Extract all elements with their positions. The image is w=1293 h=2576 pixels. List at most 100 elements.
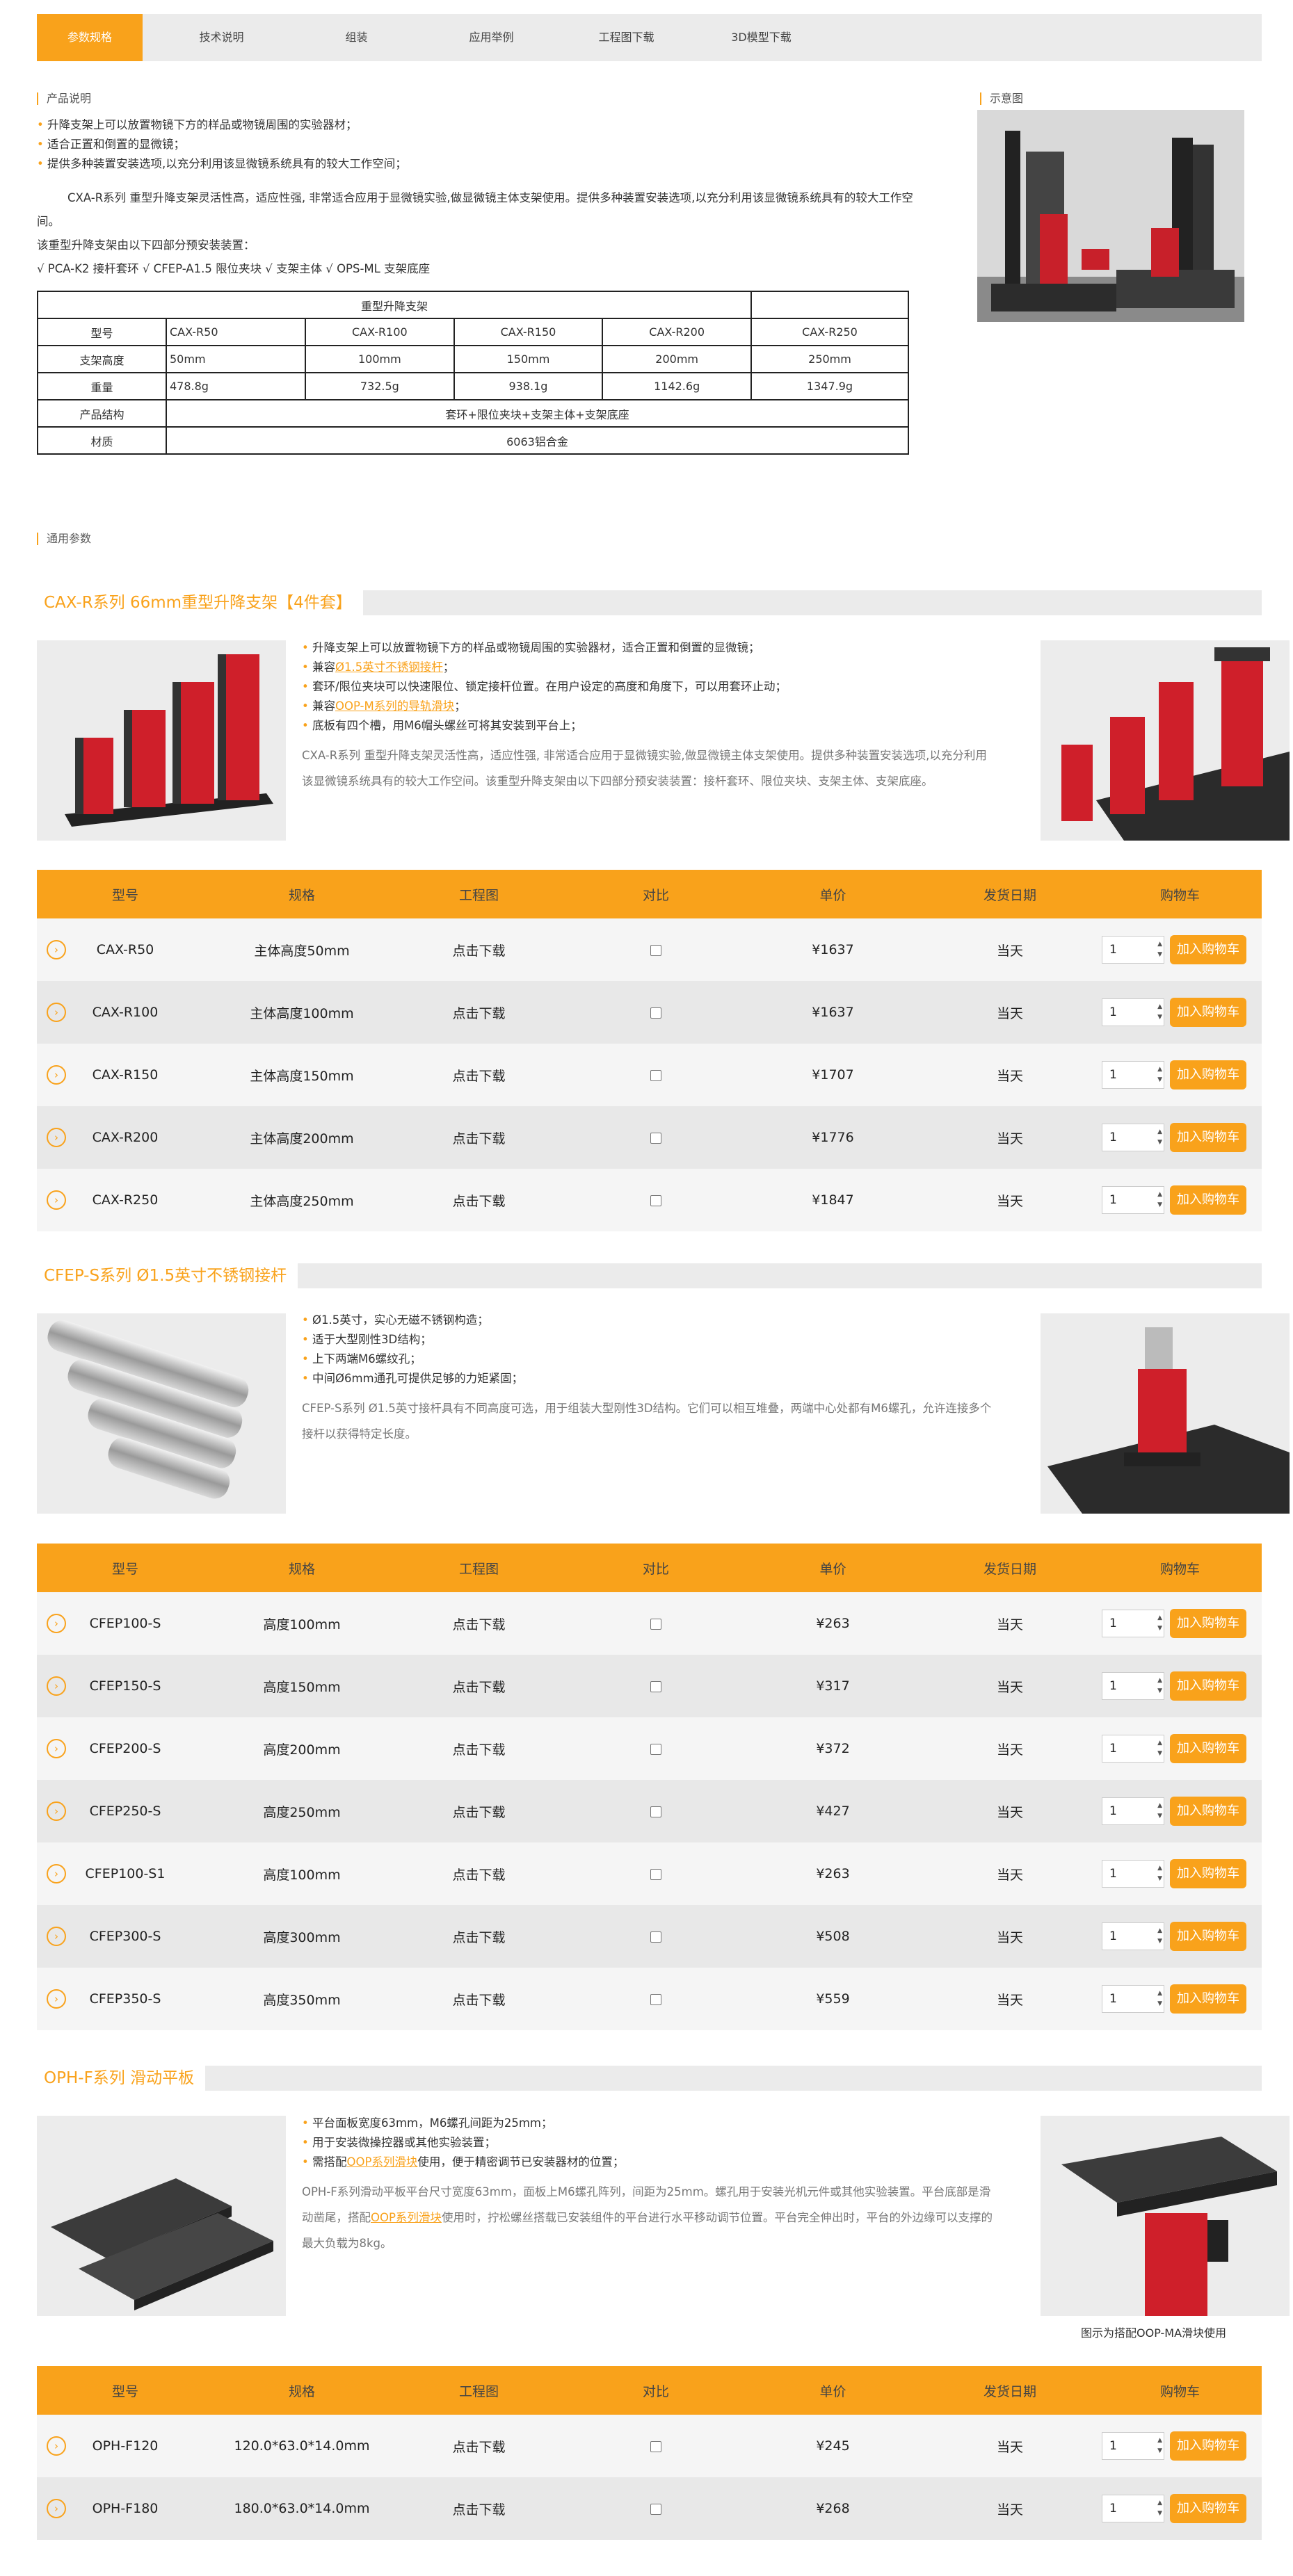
compare-checkbox[interactable] xyxy=(650,1868,661,1880)
quantity-stepper[interactable]: 1 ▲ ▼ xyxy=(1102,1186,1164,1214)
product-model-link[interactable]: CAX-R250 xyxy=(93,1192,159,1208)
drawing-download-link[interactable]: 点击下载 xyxy=(390,981,568,1044)
expand-arrow-icon[interactable]: › xyxy=(47,1676,66,1696)
drawing-download-link[interactable]: 点击下载 xyxy=(390,1780,568,1842)
expand-arrow-icon[interactable]: › xyxy=(47,1614,66,1633)
quantity-stepper[interactable]: 1 ▲ ▼ xyxy=(1102,1672,1164,1700)
tab-applications[interactable]: 应用举例 xyxy=(438,14,545,61)
quantity-stepper[interactable]: 1 ▲ ▼ xyxy=(1102,1860,1164,1888)
compare-checkbox[interactable] xyxy=(650,1618,661,1630)
expand-arrow-icon[interactable]: › xyxy=(47,1190,66,1210)
quantity-stepper[interactable]: 1 ▲ ▼ xyxy=(1102,1735,1164,1763)
add-to-cart-button[interactable]: 加入购物车 xyxy=(1170,1734,1246,1763)
product-model-link[interactable]: CFEP250-S xyxy=(90,1804,161,1819)
add-to-cart-button[interactable]: 加入购物车 xyxy=(1170,1671,1246,1701)
stepper-arrows-icon[interactable]: ▲ ▼ xyxy=(1157,1676,1162,1696)
expand-arrow-icon[interactable]: › xyxy=(47,1989,66,2009)
stepper-arrows-icon[interactable]: ▲ ▼ xyxy=(1157,1863,1162,1884)
stepper-arrows-icon[interactable]: ▲ ▼ xyxy=(1157,1801,1162,1822)
link-oop-m-slider[interactable]: OOP-M系列的导轨滑块 xyxy=(335,699,454,713)
compare-checkbox[interactable] xyxy=(650,1007,661,1019)
stepper-arrows-icon[interactable]: ▲ ▼ xyxy=(1157,1613,1162,1634)
stepper-arrows-icon[interactable]: ▲ ▼ xyxy=(1157,2498,1162,2519)
quantity-stepper[interactable]: 1 ▲ ▼ xyxy=(1102,1985,1164,2013)
quantity-stepper[interactable]: 1 ▲ ▼ xyxy=(1102,2432,1164,2460)
expand-arrow-icon[interactable]: › xyxy=(47,1801,66,1821)
compare-checkbox[interactable] xyxy=(650,1806,661,1817)
add-to-cart-button[interactable]: 加入购物车 xyxy=(1170,998,1246,1027)
drawing-download-link[interactable]: 点击下载 xyxy=(390,1968,568,2030)
add-to-cart-button[interactable]: 加入购物车 xyxy=(1170,2431,1246,2461)
product-model-link[interactable]: CAX-R50 xyxy=(97,942,154,957)
drawing-download-link[interactable]: 点击下载 xyxy=(390,2477,568,2540)
stepper-arrows-icon[interactable]: ▲ ▼ xyxy=(1157,1988,1162,2009)
tab-drawings[interactable]: 工程图下载 xyxy=(573,14,680,61)
compare-checkbox[interactable] xyxy=(650,2440,661,2452)
tab-specs[interactable]: 参数规格 xyxy=(37,14,143,61)
drawing-download-link[interactable]: 点击下载 xyxy=(390,1044,568,1106)
drawing-download-link[interactable]: 点击下载 xyxy=(390,1592,568,1655)
drawing-download-link[interactable]: 点击下载 xyxy=(390,1905,568,1968)
quantity-stepper[interactable]: 1 ▲ ▼ xyxy=(1102,1061,1164,1089)
product-model-link[interactable]: CAX-R100 xyxy=(93,1005,159,1020)
drawing-download-link[interactable]: 点击下载 xyxy=(390,1106,568,1169)
quantity-stepper[interactable]: 1 ▲ ▼ xyxy=(1102,2495,1164,2522)
link-cfep-rod[interactable]: Ø1.5英寸不锈钢接杆 xyxy=(335,661,443,674)
quantity-stepper[interactable]: 1 ▲ ▼ xyxy=(1102,998,1164,1026)
drawing-download-link[interactable]: 点击下载 xyxy=(390,1842,568,1905)
compare-checkbox[interactable] xyxy=(650,1993,661,2005)
add-to-cart-button[interactable]: 加入购物车 xyxy=(1170,1797,1246,1826)
product-model-link[interactable]: OPH-F180 xyxy=(93,2501,159,2516)
stepper-arrows-icon[interactable]: ▲ ▼ xyxy=(1157,1926,1162,1947)
add-to-cart-button[interactable]: 加入购物车 xyxy=(1170,1609,1246,1638)
drawing-download-link[interactable]: 点击下载 xyxy=(390,1655,568,1717)
add-to-cart-button[interactable]: 加入购物车 xyxy=(1170,935,1246,964)
add-to-cart-button[interactable]: 加入购物车 xyxy=(1170,1859,1246,1888)
add-to-cart-button[interactable]: 加入购物车 xyxy=(1170,1123,1246,1152)
add-to-cart-button[interactable]: 加入购物车 xyxy=(1170,1060,1246,1089)
product-model-link[interactable]: OPH-F120 xyxy=(93,2438,159,2454)
compare-checkbox[interactable] xyxy=(650,1680,661,1692)
expand-arrow-icon[interactable]: › xyxy=(47,940,66,959)
add-to-cart-button[interactable]: 加入购物车 xyxy=(1170,1922,1246,1951)
compare-checkbox[interactable] xyxy=(650,1069,661,1081)
expand-arrow-icon[interactable]: › xyxy=(47,1739,66,1758)
add-to-cart-button[interactable]: 加入购物车 xyxy=(1170,1185,1246,1215)
expand-arrow-icon[interactable]: › xyxy=(47,1864,66,1884)
drawing-download-link[interactable]: 点击下载 xyxy=(390,2415,568,2477)
tab-assembly[interactable]: 组装 xyxy=(303,14,410,61)
quantity-stepper[interactable]: 1 ▲ ▼ xyxy=(1102,1124,1164,1151)
product-model-link[interactable]: CAX-R200 xyxy=(93,1130,159,1145)
product-model-link[interactable]: CFEP200-S xyxy=(90,1741,161,1756)
tab-3d-models[interactable]: 3D模型下载 xyxy=(708,14,814,61)
link-oop-slider-2[interactable]: OOP系列滑块 xyxy=(371,2211,442,2224)
quantity-stepper[interactable]: 1 ▲ ▼ xyxy=(1102,1610,1164,1637)
stepper-arrows-icon[interactable]: ▲ ▼ xyxy=(1157,1190,1162,1210)
compare-checkbox[interactable] xyxy=(650,1743,661,1755)
stepper-arrows-icon[interactable]: ▲ ▼ xyxy=(1157,939,1162,960)
expand-arrow-icon[interactable]: › xyxy=(47,1065,66,1085)
compare-checkbox[interactable] xyxy=(650,1194,661,1206)
link-oop-slider[interactable]: OOP系列滑块 xyxy=(346,2155,417,2169)
drawing-download-link[interactable]: 点击下载 xyxy=(390,1717,568,1780)
quantity-stepper[interactable]: 1 ▲ ▼ xyxy=(1102,1797,1164,1825)
product-model-link[interactable]: CFEP350-S xyxy=(90,1991,161,2007)
stepper-arrows-icon[interactable]: ▲ ▼ xyxy=(1157,1738,1162,1759)
expand-arrow-icon[interactable]: › xyxy=(47,1003,66,1022)
drawing-download-link[interactable]: 点击下载 xyxy=(390,1169,568,1231)
add-to-cart-button[interactable]: 加入购物车 xyxy=(1170,2494,1246,2523)
product-model-link[interactable]: CFEP100-S xyxy=(90,1616,161,1631)
drawing-download-link[interactable]: 点击下载 xyxy=(390,918,568,981)
compare-checkbox[interactable] xyxy=(650,944,661,956)
product-model-link[interactable]: CFEP100-S1 xyxy=(86,1866,166,1881)
compare-checkbox[interactable] xyxy=(650,2503,661,2515)
tab-tech[interactable]: 技术说明 xyxy=(168,14,275,61)
compare-checkbox[interactable] xyxy=(650,1132,661,1144)
stepper-arrows-icon[interactable]: ▲ ▼ xyxy=(1157,2436,1162,2456)
add-to-cart-button[interactable]: 加入购物车 xyxy=(1170,1984,1246,2014)
stepper-arrows-icon[interactable]: ▲ ▼ xyxy=(1157,1064,1162,1085)
stepper-arrows-icon[interactable]: ▲ ▼ xyxy=(1157,1002,1162,1023)
expand-arrow-icon[interactable]: › xyxy=(47,2436,66,2456)
product-model-link[interactable]: CFEP150-S xyxy=(90,1678,161,1694)
quantity-stepper[interactable]: 1 ▲ ▼ xyxy=(1102,1922,1164,1950)
